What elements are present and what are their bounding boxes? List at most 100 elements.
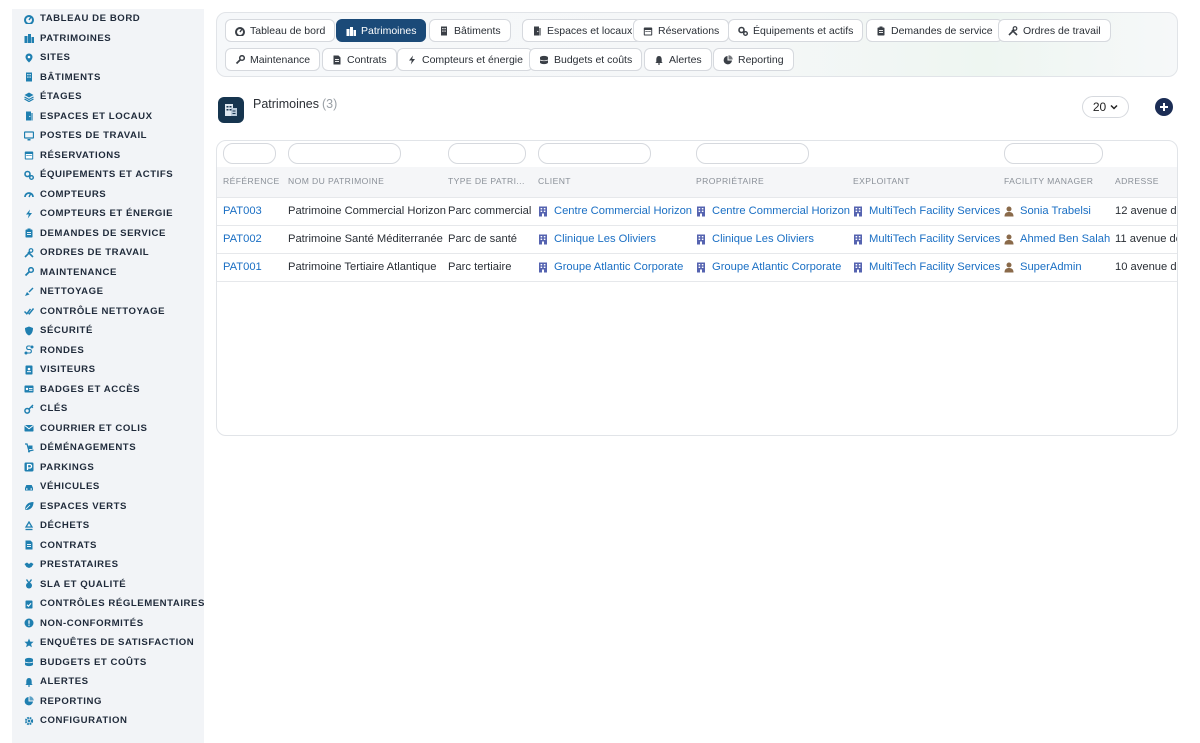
- table-row[interactable]: PAT003 Patrimoine Commercial Horizon Parc …: [217, 197, 1177, 225]
- tab-calendar[interactable]: Réservations: [633, 19, 730, 42]
- sidebar-item-calendar[interactable]: RÉSERVATIONS: [12, 146, 204, 166]
- sidebar-item-id-card[interactable]: VISITEURS: [12, 360, 204, 380]
- cell-type: Parc commercial: [448, 205, 531, 217]
- sidebar-item-star[interactable]: ENQUÊTES DE SATISFACTION: [12, 633, 204, 653]
- table-row[interactable]: PAT001 Patrimoine Tertiaire Atlantique Par…: [217, 253, 1177, 281]
- sidebar-item-desktop[interactable]: POSTES DE TRAVAIL: [12, 126, 204, 146]
- sidebar-item-label: BÂTIMENTS: [40, 71, 101, 83]
- tab-gears[interactable]: Équipements et actifs: [728, 19, 864, 42]
- cell-owner[interactable]: Clinique Les Oliviers: [696, 233, 814, 245]
- sidebar-item-gauge[interactable]: COMPTEURS: [12, 185, 204, 205]
- bell-icon: [24, 677, 34, 687]
- star-icon: [24, 638, 34, 648]
- cell-client[interactable]: Groupe Atlantic Corporate: [538, 261, 683, 273]
- tab-wrench[interactable]: Maintenance: [225, 48, 321, 71]
- sidebar-item-map-pin[interactable]: SITES: [12, 48, 204, 68]
- sidebar-item-label: ESPACES ET LOCAUX: [40, 110, 153, 122]
- sidebar-item-label: COURRIER ET COLIS: [40, 422, 148, 434]
- column-header[interactable]: ADRESSE: [1115, 176, 1177, 186]
- cell-reference[interactable]: PAT001: [223, 261, 262, 273]
- sidebar-item-clipboard-check[interactable]: CONTRÔLES RÉGLEMENTAIRES: [12, 594, 204, 614]
- cell-manager[interactable]: Sonia Trabelsi: [1004, 205, 1091, 217]
- add-patrimoine-button[interactable]: [1155, 98, 1173, 116]
- sidebar-item-wrench[interactable]: MAINTENANCE: [12, 263, 204, 283]
- sidebar-item-cog[interactable]: CONFIGURATION: [12, 711, 204, 731]
- tab-city[interactable]: Patrimoines: [336, 19, 427, 42]
- column-filter-input[interactable]: [1004, 143, 1103, 164]
- cell-owner[interactable]: Centre Commercial Horizon: [696, 205, 850, 217]
- sidebar-item-dolly[interactable]: DÉMÉNAGEMENTS: [12, 438, 204, 458]
- cell-text: Clinique Les Oliviers: [554, 233, 656, 245]
- sidebar: TABLEAU DE BORD PATRIMOINES SITES BÂTIMENTS…: [12, 9, 204, 743]
- sidebar-item-badge[interactable]: BADGES ET ACCÈS: [12, 380, 204, 400]
- column-header[interactable]: RÉFÉRENCE: [223, 176, 283, 186]
- sidebar-item-dashboard[interactable]: TABLEAU DE BORD: [12, 9, 204, 29]
- sidebar-item-chart-pie[interactable]: REPORTING: [12, 692, 204, 712]
- tab-building[interactable]: Bâtiments: [429, 19, 511, 42]
- sidebar-item-recycle[interactable]: DÉCHETS: [12, 516, 204, 536]
- column-filter-input[interactable]: [223, 143, 276, 164]
- coins-icon: [24, 657, 34, 667]
- tab-tools[interactable]: Ordres de travail: [998, 19, 1111, 42]
- cell-manager[interactable]: Ahmed Ben Salah: [1004, 233, 1110, 245]
- sidebar-item-building[interactable]: BÂTIMENTS: [12, 68, 204, 88]
- user-icon: [1004, 262, 1014, 273]
- sidebar-item-bolt[interactable]: COMPTEURS ET ÉNERGIE: [12, 204, 204, 224]
- page-title-text: Patrimoines: [253, 97, 319, 111]
- cell-client[interactable]: Centre Commercial Horizon: [538, 205, 692, 217]
- sidebar-item-label: DEMANDES DE SERVICE: [40, 227, 166, 239]
- tab-coins[interactable]: Budgets et coûts: [529, 48, 643, 71]
- column-header[interactable]: FACILITY MANAGER: [1004, 176, 1110, 186]
- sidebar-item-coins[interactable]: BUDGETS ET COÛTS: [12, 653, 204, 673]
- sidebar-item-parking[interactable]: PARKINGS: [12, 458, 204, 478]
- sidebar-item-car[interactable]: VÉHICULES: [12, 477, 204, 497]
- sidebar-item-leaf[interactable]: ESPACES VERTS: [12, 497, 204, 517]
- column-filter-input[interactable]: [538, 143, 651, 164]
- tab-door[interactable]: Espaces et locaux: [522, 19, 643, 42]
- sidebar-item-envelope[interactable]: COURRIER ET COLIS: [12, 419, 204, 439]
- sidebar-item-shield[interactable]: SÉCURITÉ: [12, 321, 204, 341]
- cell-client[interactable]: Clinique Les Oliviers: [538, 233, 656, 245]
- tab-dashboard[interactable]: Tableau de bord: [225, 19, 336, 42]
- sidebar-item-broom[interactable]: NETTOYAGE: [12, 282, 204, 302]
- column-filter-input[interactable]: [696, 143, 809, 164]
- tab-bell[interactable]: Alertes: [644, 48, 712, 71]
- sidebar-item-gears[interactable]: ÉQUIPEMENTS ET ACTIFS: [12, 165, 204, 185]
- sidebar-item-bell[interactable]: ALERTES: [12, 672, 204, 692]
- sidebar-item-city[interactable]: PATRIMOINES: [12, 29, 204, 49]
- tab-file-contract[interactable]: Contrats: [322, 48, 397, 71]
- sidebar-item-exclamation-circle[interactable]: NON-CONFORMITÉS: [12, 614, 204, 634]
- column-header[interactable]: PROPRIÉTAIRE: [696, 176, 846, 186]
- door-icon: [24, 111, 34, 121]
- column-filter-input[interactable]: [448, 143, 526, 164]
- column-header[interactable]: CLIENT: [538, 176, 688, 186]
- sidebar-item-door[interactable]: ESPACES ET LOCAUX: [12, 107, 204, 127]
- column-header[interactable]: NOM DU PATRIMOINE: [288, 176, 443, 186]
- cell-operator[interactable]: MultiTech Facility Services: [853, 233, 1000, 245]
- sidebar-item-layers[interactable]: ÉTAGES: [12, 87, 204, 107]
- sidebar-item-medal[interactable]: SLA ET QUALITÉ: [12, 575, 204, 595]
- column-filter-input[interactable]: [288, 143, 401, 164]
- page-size-select[interactable]: 20: [1082, 96, 1129, 118]
- cell-text: Centre Commercial Horizon: [712, 205, 851, 217]
- tab-chart-pie[interactable]: Reporting: [713, 48, 794, 71]
- cell-reference[interactable]: PAT003: [223, 205, 262, 217]
- cell-reference[interactable]: PAT002: [223, 233, 262, 245]
- sidebar-item-route[interactable]: RONDES: [12, 341, 204, 361]
- sidebar-item-file-contract[interactable]: CONTRATS: [12, 536, 204, 556]
- tab-clipboard[interactable]: Demandes de service: [866, 19, 1003, 42]
- column-header[interactable]: TYPE DE PATRI...: [448, 176, 533, 186]
- cell-operator[interactable]: MultiTech Facility Services: [853, 205, 1000, 217]
- table-row[interactable]: PAT002 Patrimoine Santé Méditerranée Parc …: [217, 225, 1177, 253]
- sidebar-item-handshake[interactable]: PRESTATAIRES: [12, 555, 204, 575]
- cell-operator[interactable]: MultiTech Facility Services: [853, 261, 1000, 273]
- sidebar-item-key[interactable]: CLÉS: [12, 399, 204, 419]
- sidebar-item-check-double[interactable]: CONTRÔLE NETTOYAGE: [12, 302, 204, 322]
- tab-bolt[interactable]: Compteurs et énergie: [397, 48, 533, 71]
- cell-manager[interactable]: SuperAdmin: [1004, 261, 1082, 273]
- cell-owner[interactable]: Groupe Atlantic Corporate: [696, 261, 841, 273]
- cog-icon: [24, 716, 34, 726]
- sidebar-item-clipboard[interactable]: DEMANDES DE SERVICE: [12, 224, 204, 244]
- column-header[interactable]: EXPLOITANT: [853, 176, 998, 186]
- sidebar-item-tools[interactable]: ORDRES DE TRAVAIL: [12, 243, 204, 263]
